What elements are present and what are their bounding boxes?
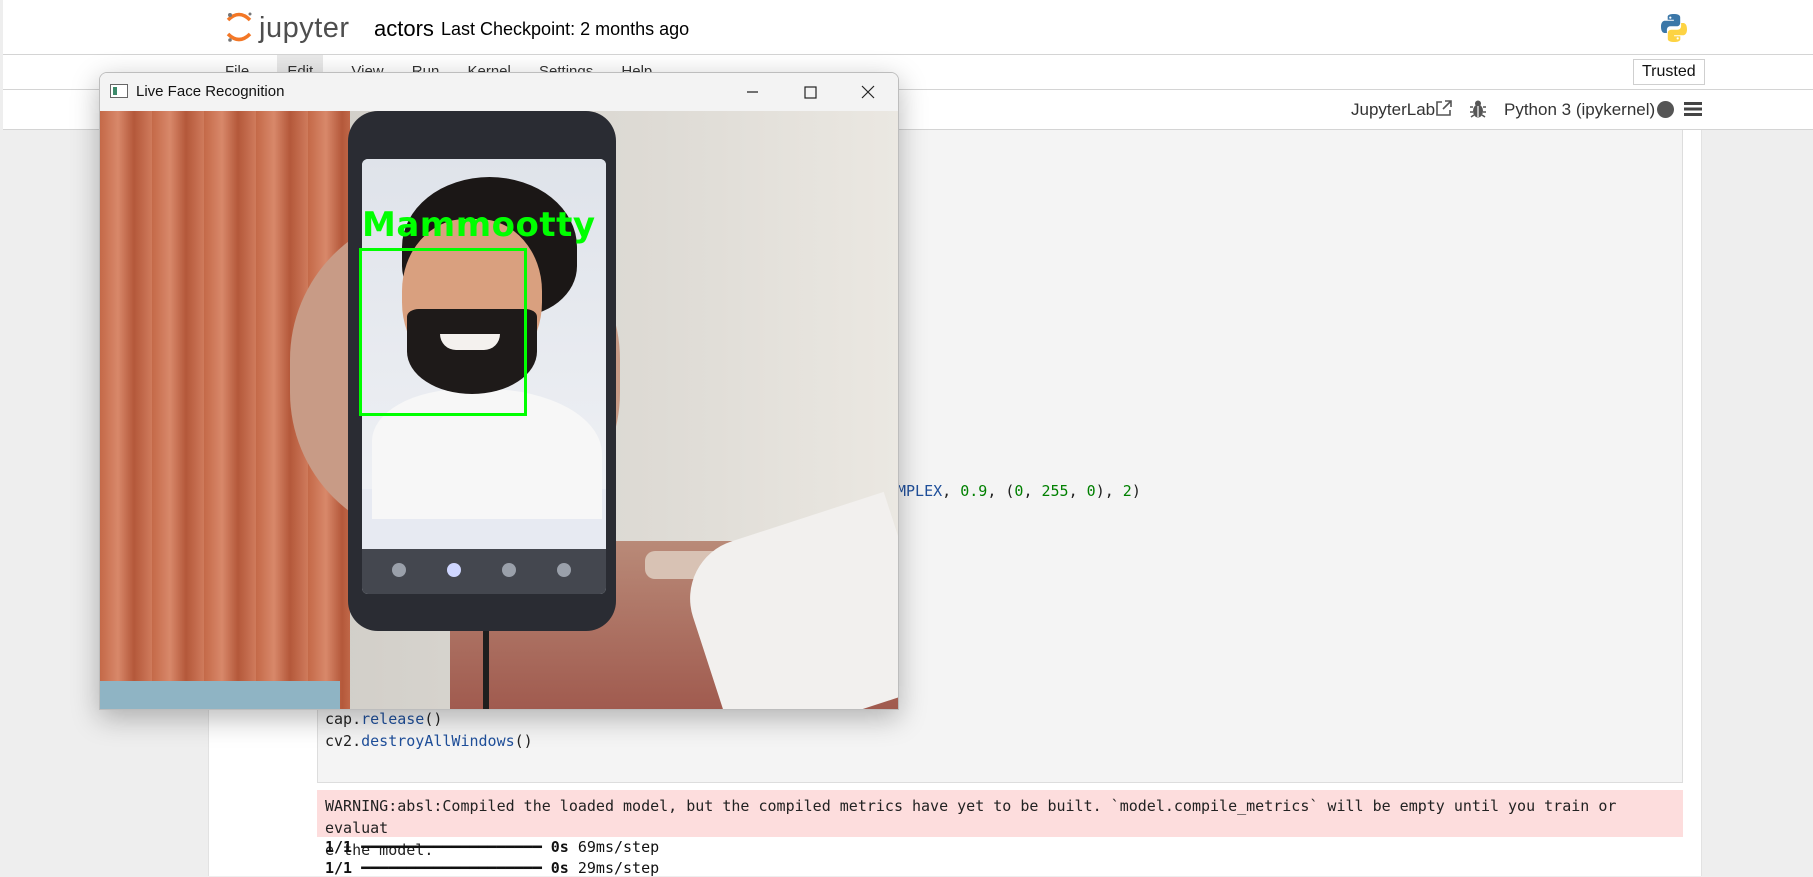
search-icon xyxy=(447,563,461,577)
detection-label: Mammootty xyxy=(362,205,596,245)
face-bounding-box xyxy=(359,248,527,416)
phone-nav-bar xyxy=(362,549,606,594)
open-jupyterlab-link[interactable]: JupyterLab xyxy=(1351,100,1435,120)
python-logo-icon xyxy=(1661,14,1687,42)
window-app-icon xyxy=(110,84,128,98)
progress-output-2: 1/1 ━━━━━━━━━━━━━━━━━━━━ 0s 29ms/step xyxy=(325,859,660,877)
home-icon xyxy=(392,563,406,577)
window-title: Live Face Recognition xyxy=(136,83,285,100)
close-icon[interactable] xyxy=(845,77,891,107)
window-titlebar[interactable]: Live Face Recognition xyxy=(100,73,898,111)
notebook-name[interactable]: actors xyxy=(374,16,434,42)
hamburger-icon[interactable] xyxy=(1684,101,1702,117)
kernel-name[interactable]: Python 3 (ipykernel) xyxy=(1504,100,1655,120)
settings-icon xyxy=(502,563,516,577)
maximize-icon[interactable] xyxy=(787,77,833,107)
kernel-idle-icon xyxy=(1657,101,1674,118)
minimize-icon[interactable] xyxy=(729,77,775,107)
last-checkpoint: Last Checkpoint: 2 months ago xyxy=(441,19,690,39)
charging-cable xyxy=(483,631,489,709)
bug-icon[interactable] xyxy=(1469,99,1487,119)
trusted-indicator[interactable]: Trusted xyxy=(1633,59,1705,85)
logo-text: jupyter xyxy=(259,12,350,44)
progress-output-1: 1/1 ━━━━━━━━━━━━━━━━━━━━ 0s 69ms/step xyxy=(325,838,660,856)
code-line-puttext[interactable]: MPLEX, 0.9, (0, 255, 0), 2) xyxy=(897,482,1141,500)
warning-line-1: WARNING:absl:Compiled the loaded model, … xyxy=(325,797,1617,837)
code-line-destroy[interactable]: cv2.destroyAllWindows() xyxy=(325,732,533,750)
jupyter-logo[interactable]: jupyter xyxy=(225,10,365,46)
notebook-header: jupyter actors Last Checkpoint: 2 months… xyxy=(3,0,1813,55)
saved-icon xyxy=(557,563,571,577)
jupyter-logo-icon xyxy=(226,12,252,42)
webcam-frame: Mammootty xyxy=(100,111,898,709)
floor-object xyxy=(100,681,340,709)
code-line-release[interactable]: cap.release() xyxy=(325,710,442,728)
live-face-recognition-window[interactable]: Live Face Recognition Mammootty xyxy=(99,72,899,710)
stderr-warning-output: WARNING:absl:Compiled the loaded model, … xyxy=(317,790,1683,859)
external-link-icon[interactable] xyxy=(1435,100,1452,117)
